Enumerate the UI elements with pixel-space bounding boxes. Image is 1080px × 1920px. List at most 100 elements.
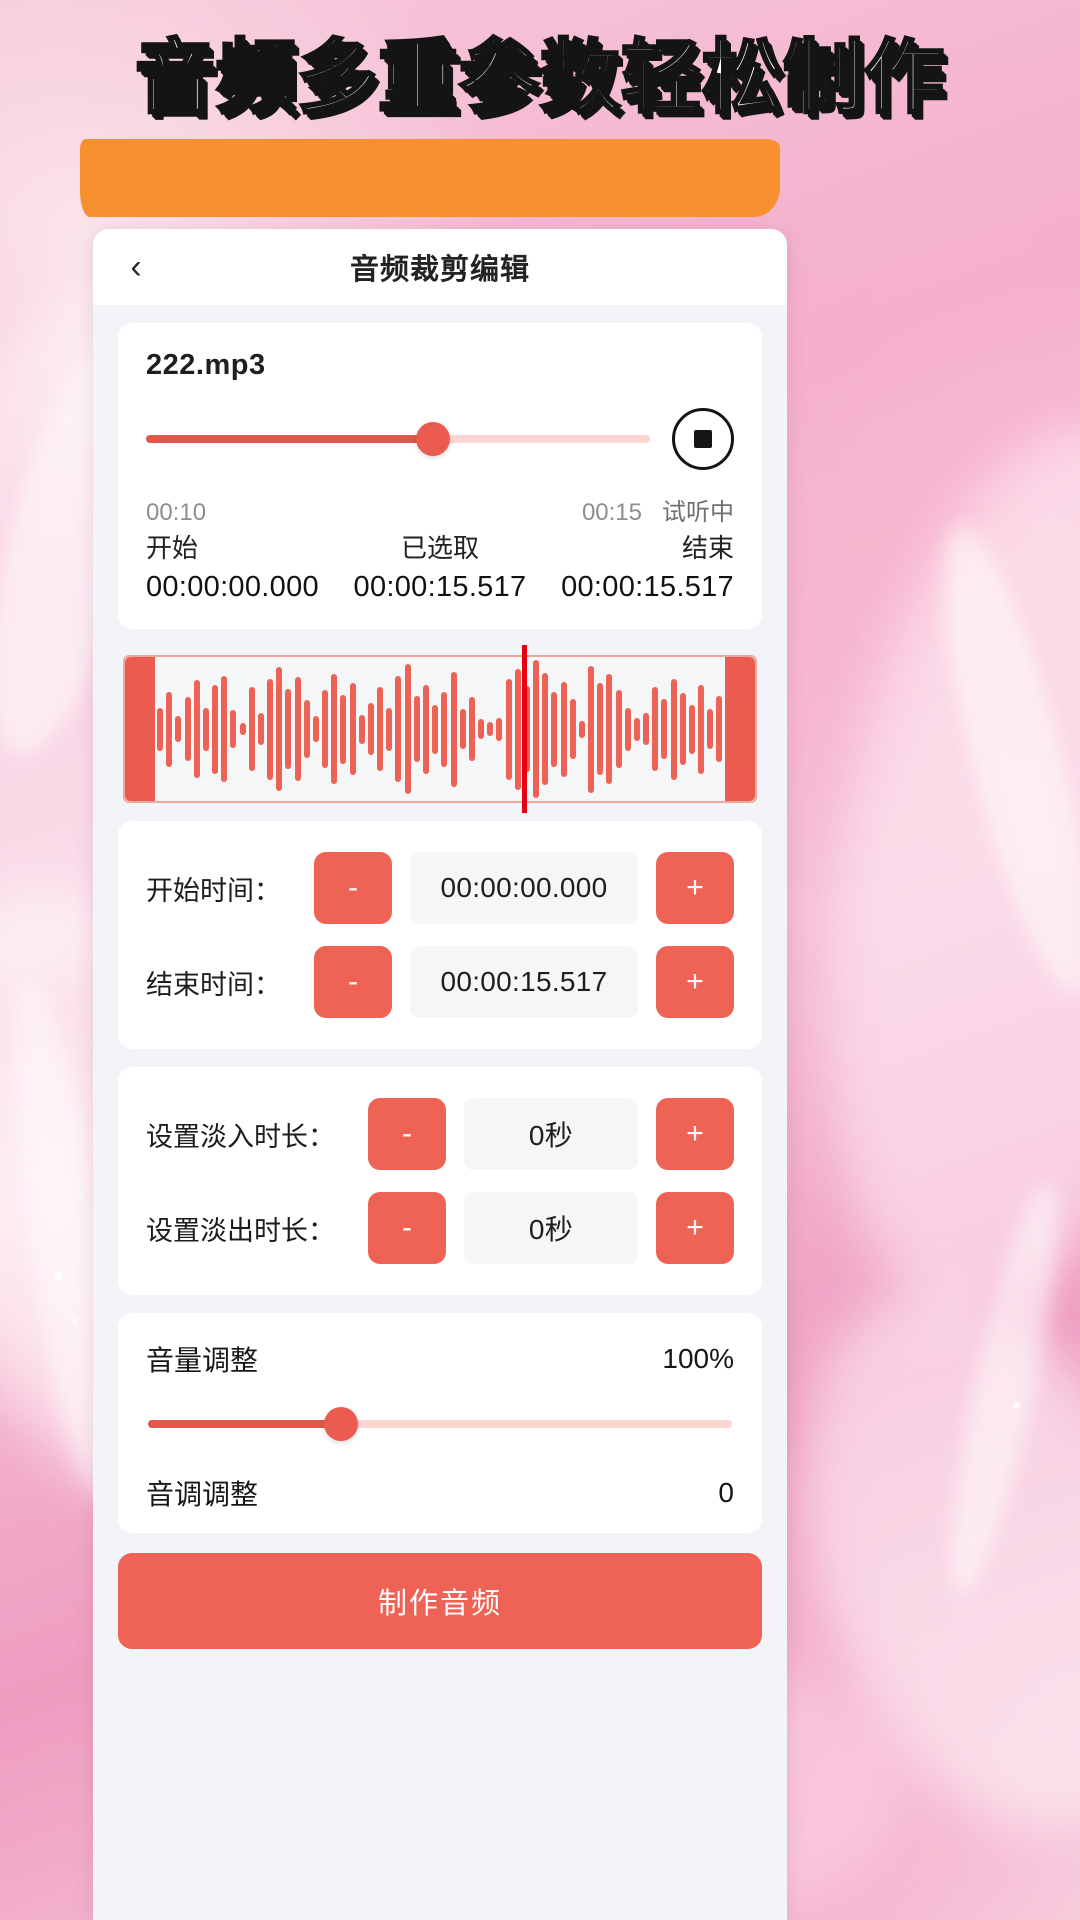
volume-card: 音量调整 100% 音调调整 0 — [118, 1313, 762, 1534]
chevron-left-icon: ‹ — [130, 248, 142, 286]
increment-button[interactable]: + — [656, 1098, 734, 1171]
increment-button[interactable]: + — [656, 946, 734, 1019]
waveform-bar — [624, 707, 631, 751]
waveform-bar — [331, 674, 338, 784]
waveform-bar — [303, 700, 310, 758]
selection-column-value: 00:00:00.000 — [146, 571, 319, 603]
increment-button[interactable]: + — [656, 852, 734, 925]
waveform-bar — [230, 710, 237, 748]
waveform-bar — [468, 697, 475, 761]
selection-summary: 开始 00:00:00.000 已选取 00:00:15.517 结束 00:00:15.… — [146, 529, 734, 613]
selection-column-value: 00:00:15.517 — [353, 571, 527, 603]
volume-header: 音量调整 100% — [146, 1339, 734, 1379]
background-dot — [72, 1318, 78, 1324]
volume-slider-fill — [148, 1420, 341, 1429]
selection-column-value: 00:00:15.517 — [561, 571, 734, 603]
waveform-playhead[interactable] — [522, 645, 528, 814]
waveform-bar — [542, 672, 549, 786]
background-dot — [1013, 1402, 1020, 1409]
pitch-header: 音调调整 0 — [146, 1473, 734, 1519]
waveform-bar — [276, 667, 283, 792]
waveform-bar — [606, 674, 613, 784]
waveform-bar — [175, 716, 182, 743]
stepper-label: 开始时间： — [146, 875, 281, 906]
player-card: 222.mp3 00:10 00:15 试听中 开始 00:00:00.000 已选… — [118, 323, 762, 630]
increment-button[interactable]: + — [656, 1192, 734, 1265]
waveform-bar — [404, 664, 411, 794]
stepper-value[interactable]: 0秒 — [464, 1098, 638, 1171]
waveform-bar — [422, 684, 429, 774]
decrement-button[interactable]: - — [368, 1192, 446, 1265]
waveform-bar — [358, 714, 365, 744]
playback-slider[interactable] — [146, 422, 650, 456]
player-controls — [146, 408, 734, 470]
selection-column: 结束 00:00:15.517 — [538, 529, 734, 607]
waveform-bar — [698, 684, 705, 774]
waveform-bar — [478, 719, 485, 740]
scroll-content: 222.mp3 00:10 00:15 试听中 开始 00:00:00.000 已选… — [93, 323, 787, 1650]
waveform-bar — [285, 688, 292, 770]
stepper-label: 设置淡出时长： — [146, 1215, 335, 1246]
playback-status: 试听中 — [662, 499, 734, 526]
waveform-bar — [377, 687, 384, 771]
app-bar: ‹ 音频裁剪编辑 — [93, 229, 787, 305]
stepper-value[interactable]: 00:00:15.517 — [410, 946, 638, 1019]
back-button[interactable]: ‹ — [105, 236, 167, 298]
trim-handle-left[interactable] — [125, 657, 155, 802]
elapsed-time: 00:10 — [146, 499, 207, 526]
waveform-bar — [487, 721, 494, 737]
waveform-editor[interactable] — [123, 645, 757, 814]
waveform-bar — [505, 678, 512, 780]
waveform-bar — [312, 716, 319, 743]
selection-column: 开始 00:00:00.000 — [146, 529, 342, 607]
create-audio-button[interactable]: 制作音频 — [118, 1553, 762, 1650]
stepper-value[interactable]: 00:00:00.000 — [410, 852, 638, 925]
waveform-bar — [157, 707, 163, 751]
selection-column-label: 已选取 — [400, 533, 479, 563]
decrement-button[interactable]: - — [368, 1098, 446, 1171]
decrement-button[interactable]: - — [314, 852, 392, 925]
waveform-bar — [615, 690, 622, 769]
promo-banner-bar — [80, 139, 780, 217]
waveform-bar — [193, 680, 200, 779]
waveform-bar — [221, 675, 228, 783]
waveform-bar — [166, 691, 173, 767]
waveform-bar — [340, 694, 347, 764]
playback-slider-thumb[interactable] — [416, 422, 451, 456]
volume-slider[interactable] — [148, 1407, 732, 1442]
promo-headline: 音频多重参数轻松制作 — [134, 31, 946, 124]
waveform-bar — [367, 703, 374, 756]
volume-value: 100% — [662, 1343, 734, 1375]
waveform-bar — [349, 683, 356, 776]
volume-slider-thumb[interactable] — [323, 1407, 358, 1442]
waveform-bar — [496, 717, 503, 741]
waveform-bar — [450, 671, 457, 787]
waveform-bar — [322, 690, 329, 769]
stepper-label: 结束时间： — [146, 969, 281, 1000]
waveform-bar — [441, 691, 448, 767]
waveform-bar — [679, 693, 686, 766]
waveform-bar — [533, 660, 540, 799]
stepper-row: 开始时间： -00:00:00.000 + — [146, 841, 734, 935]
pitch-value: 0 — [718, 1477, 734, 1509]
waveform-bar — [212, 684, 219, 774]
stepper-value[interactable]: 0秒 — [464, 1192, 638, 1265]
stop-icon — [694, 430, 712, 448]
waveform-bar — [670, 678, 677, 780]
waveform-bar — [257, 713, 264, 745]
stop-button[interactable] — [672, 408, 734, 470]
waveform-bar — [688, 704, 695, 754]
decrement-button[interactable]: - — [314, 946, 392, 1019]
pitch-label: 音调调整 — [146, 1479, 259, 1511]
stepper-row: 设置淡入时长： -0秒 + — [146, 1087, 734, 1181]
trim-handle-right[interactable] — [725, 657, 755, 802]
volume-label: 音量调整 — [146, 1345, 259, 1377]
waveform-bars — [157, 657, 723, 801]
waveform-bar — [633, 717, 640, 741]
selection-column-label: 开始 — [146, 533, 199, 563]
waveform-bar — [239, 723, 246, 735]
waveform-bar — [459, 708, 466, 750]
waveform-bar — [707, 708, 714, 750]
waveform-bar — [716, 696, 723, 763]
total-time: 00:15 — [581, 499, 642, 526]
